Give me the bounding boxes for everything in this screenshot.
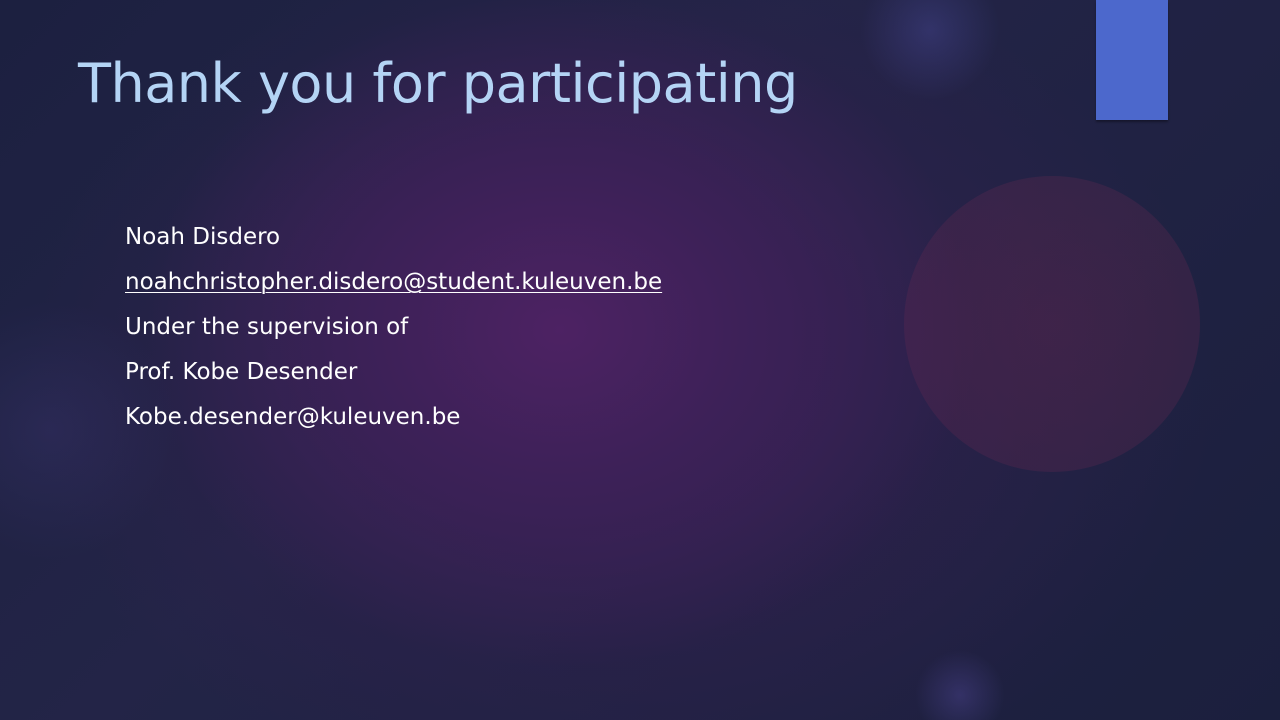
slide: Thank you for participating Noah Disdero… <box>0 0 1280 720</box>
supervision-label: Under the supervision of <box>125 314 409 340</box>
supervisor-name: Prof. Kobe Desender <box>125 359 358 385</box>
accent-bar <box>1096 0 1168 120</box>
presenter-name: Noah Disdero <box>125 224 281 250</box>
presenter-email-link[interactable]: noahchristopher.disdero@student.kuleuven… <box>125 269 662 295</box>
contact-list: Noah Disdero noahchristopher.disdero@stu… <box>125 222 662 447</box>
background-bokeh-circle <box>904 176 1200 472</box>
slide-title: Thank you for participating <box>78 52 798 115</box>
background-bokeh-bottom <box>915 650 1005 720</box>
presenter-email-item: noahchristopher.disdero@student.kuleuven… <box>125 267 662 312</box>
supervisor-email: Kobe.desender@kuleuven.be <box>125 404 461 430</box>
background-bokeh-top <box>860 0 1000 100</box>
